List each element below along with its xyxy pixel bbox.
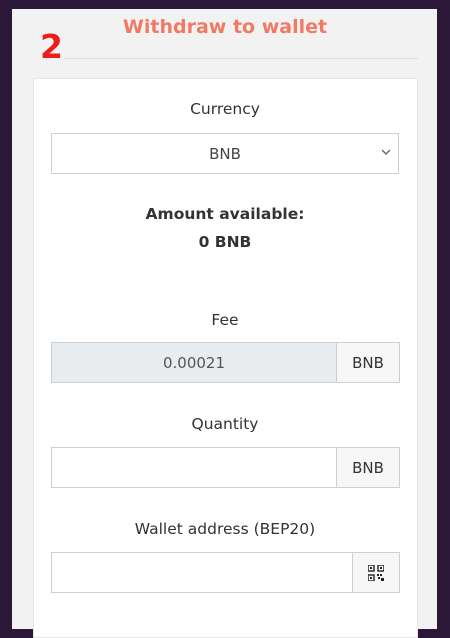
wallet-address-field[interactable] bbox=[52, 553, 352, 592]
currency-select[interactable]: BNB bbox=[51, 133, 399, 174]
fee-label: Fee bbox=[211, 311, 239, 329]
amount-available-label: Amount available: bbox=[145, 205, 305, 223]
wallet-address-label: Wallet address (BEP20) bbox=[134, 520, 316, 538]
qr-code-icon bbox=[368, 564, 384, 581]
fee-input-group: BNB bbox=[51, 342, 400, 383]
currency-label: Currency bbox=[190, 100, 260, 118]
currency-selected-value: BNB bbox=[209, 144, 241, 163]
wallet-address-input-group bbox=[51, 552, 400, 593]
qr-scan-button[interactable] bbox=[352, 553, 399, 592]
quantity-field[interactable] bbox=[52, 448, 336, 487]
page-title: Withdraw to wallet bbox=[122, 16, 328, 38]
chevron-down-icon bbox=[381, 149, 391, 155]
quantity-unit: BNB bbox=[336, 448, 399, 487]
title-divider bbox=[64, 58, 418, 59]
fee-field bbox=[52, 343, 336, 382]
fee-unit: BNB bbox=[336, 343, 399, 382]
quantity-input-group: BNB bbox=[51, 447, 400, 488]
amount-available-value: 0 BNB bbox=[198, 233, 252, 251]
quantity-label: Quantity bbox=[191, 415, 259, 433]
